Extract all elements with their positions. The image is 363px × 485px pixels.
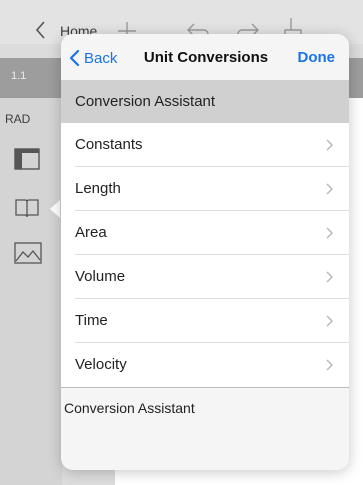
list-item-velocity[interactable]: Velocity bbox=[61, 343, 349, 387]
list-item-area[interactable]: Area bbox=[61, 211, 349, 255]
chevron-left-icon bbox=[69, 49, 80, 67]
list-item-label: Area bbox=[75, 224, 107, 241]
done-button[interactable]: Done bbox=[298, 49, 336, 66]
footer-divider bbox=[61, 387, 349, 388]
list-item-length[interactable]: Length bbox=[61, 167, 349, 211]
back-chevron-icon[interactable] bbox=[35, 21, 46, 44]
layout-icon[interactable] bbox=[14, 148, 40, 175]
chevron-right-icon bbox=[326, 270, 333, 288]
chevron-right-icon bbox=[326, 138, 333, 156]
list-item-time[interactable]: Time bbox=[61, 299, 349, 343]
list-item-label: Volume bbox=[75, 268, 126, 285]
popover-title: Unit Conversions bbox=[143, 49, 269, 66]
list-item-label: Constants bbox=[75, 136, 143, 153]
back-button[interactable]: Back bbox=[69, 47, 117, 69]
list-item-label: Velocity bbox=[75, 356, 127, 373]
list-item-volume[interactable]: Volume bbox=[61, 255, 349, 299]
list-item-constants[interactable]: Constants bbox=[61, 123, 349, 167]
conversion-category-list: Constants Length Area Volume Time Veloci… bbox=[61, 123, 349, 387]
image-icon[interactable] bbox=[14, 242, 42, 269]
chevron-right-icon bbox=[326, 226, 333, 244]
unit-conversions-popover: Back Unit Conversions Done Conversion As… bbox=[61, 34, 349, 470]
section-header: Conversion Assistant bbox=[61, 80, 349, 123]
popover-header: Back Unit Conversions Done bbox=[61, 34, 349, 80]
page-tab[interactable]: 1.1 bbox=[11, 70, 26, 82]
list-item-label: Time bbox=[75, 312, 108, 329]
list-item-label: Length bbox=[75, 180, 121, 197]
angle-mode-indicator[interactable]: RAD bbox=[5, 112, 30, 126]
book-icon[interactable] bbox=[14, 197, 40, 224]
sidebar-active-indicator bbox=[50, 200, 60, 218]
description-text: Conversion Assistant bbox=[64, 400, 195, 416]
section-header-label: Conversion Assistant bbox=[75, 93, 216, 110]
chevron-right-icon bbox=[326, 314, 333, 332]
back-button-label: Back bbox=[84, 49, 118, 67]
chevron-right-icon bbox=[326, 358, 333, 376]
chevron-right-icon bbox=[326, 182, 333, 200]
